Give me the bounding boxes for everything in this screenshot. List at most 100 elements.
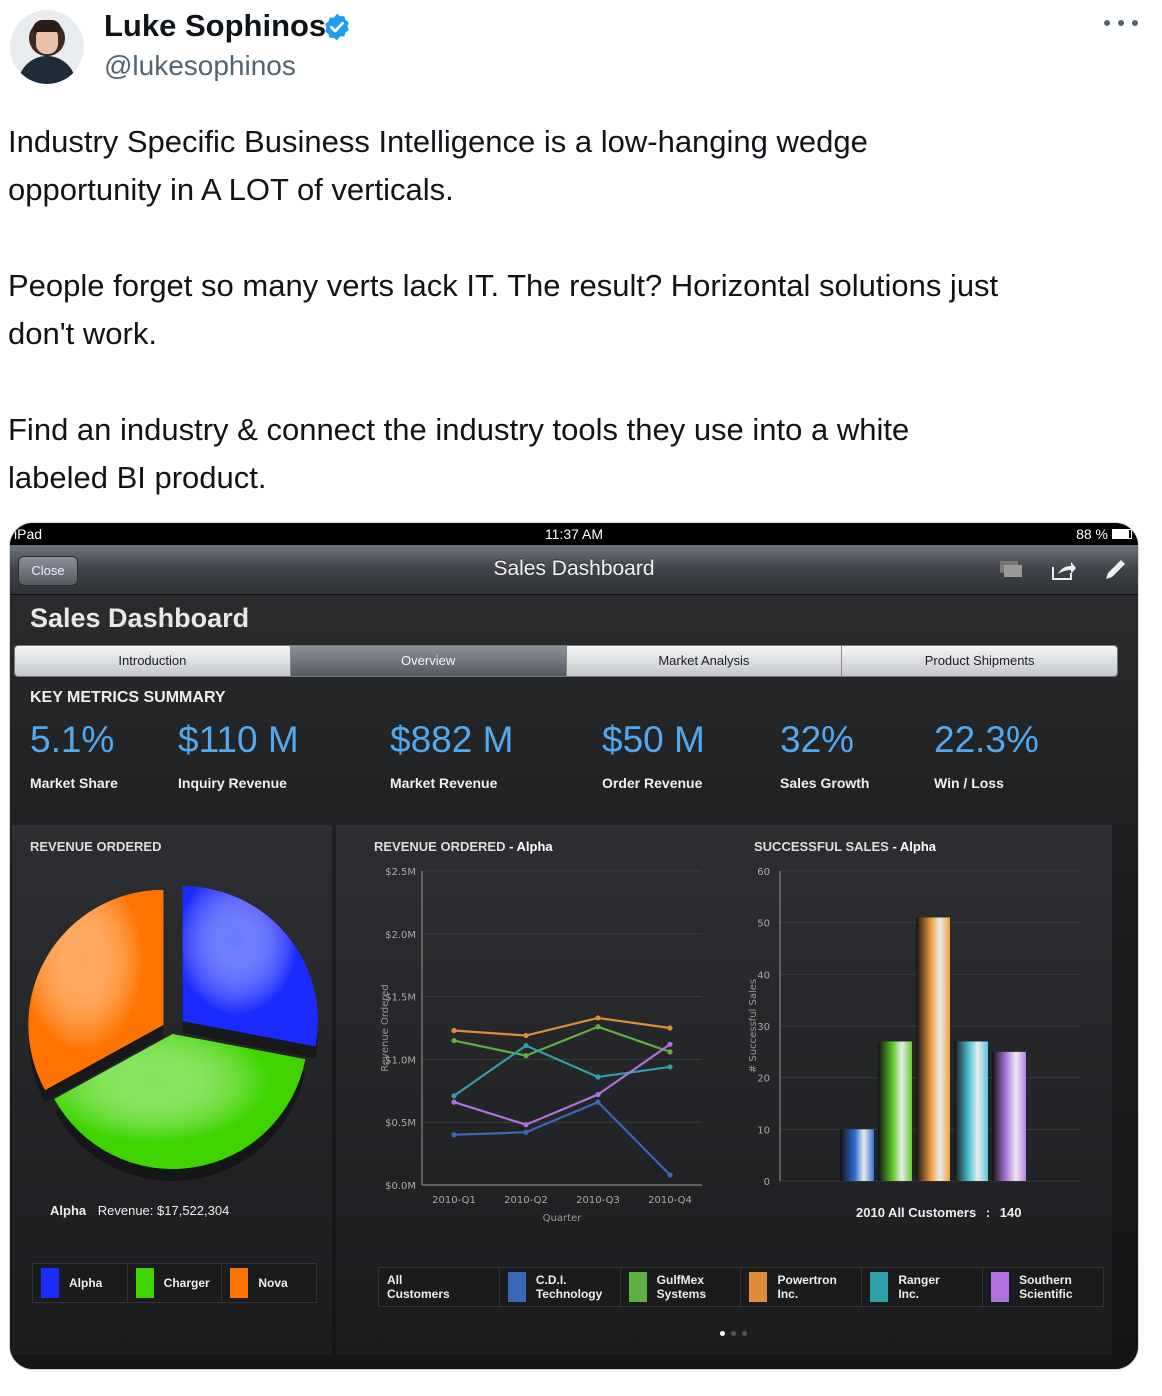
- legend-item[interactable]: C.D.I. Technology: [500, 1268, 621, 1306]
- y-tick-label: 20: [757, 1074, 770, 1085]
- battery-icon: [1112, 529, 1132, 539]
- bar-chart-title-sub: - Alpha: [888, 839, 937, 854]
- user-handle[interactable]: @lukesophinos: [104, 50, 296, 82]
- pages-icon[interactable]: [998, 559, 1024, 581]
- ipad-status-bar: iPad 11:37 AM 88 %: [10, 523, 1138, 545]
- legend-label: Alpha: [69, 1276, 103, 1290]
- data-point: [523, 1122, 529, 1128]
- legend-label: Nova: [258, 1276, 288, 1290]
- legend-item-all-customers[interactable]: All Customers: [379, 1268, 500, 1306]
- tweet-paragraph: Find an industry & connect the industry …: [8, 412, 910, 495]
- bar-chart-title-main: SUCCESSFUL SALES: [754, 839, 889, 854]
- legend-label: Southern Scientific: [1019, 1273, 1073, 1301]
- data-point: [523, 1032, 529, 1039]
- bar-3: [954, 1041, 988, 1181]
- tab-overview[interactable]: Overview: [290, 646, 567, 676]
- key-metrics-summary: KEY METRICS SUMMARY 5.1% Market Share $1…: [14, 679, 1094, 819]
- bar-chart[interactable]: 0 10 20 30 40 50 60 # Successful Sales: [746, 861, 1096, 1221]
- data-point: [667, 1041, 673, 1047]
- data-point: [667, 1172, 673, 1178]
- legend-item[interactable]: Powertron Inc.: [741, 1268, 863, 1306]
- pie-chart[interactable]: [12, 865, 332, 1185]
- bar-1: [878, 1041, 912, 1181]
- data-point: [595, 1074, 601, 1080]
- bar-footer-value: 140: [999, 1205, 1022, 1220]
- more-options-icon[interactable]: [1104, 20, 1138, 34]
- clock: 11:37 AM: [544, 526, 604, 542]
- metric-label: Sales Growth: [780, 775, 870, 791]
- y-tick-label: $2.0M: [385, 930, 416, 941]
- data-point: [523, 1129, 529, 1135]
- legend-swatch: [991, 1272, 1010, 1302]
- pie-summary: Alpha Revenue: $17,522,304: [50, 1203, 229, 1218]
- legend-label: Ranger Inc.: [898, 1273, 940, 1301]
- legend-item[interactable]: GulfMex Systems: [621, 1268, 742, 1306]
- data-point: [595, 1024, 601, 1030]
- y-tick-label: 10: [757, 1125, 770, 1136]
- metric-label: Inquiry Revenue: [178, 775, 287, 791]
- legend-label: All Customers: [387, 1273, 450, 1301]
- charts-panel: REVENUE ORDERED - Alpha SUCCESSFUL SALES…: [336, 825, 1112, 1355]
- pie-summary-text: Revenue: $17,522,304: [97, 1203, 230, 1218]
- tweet-paragraph: People forget so many verts lack IT. The…: [8, 268, 999, 351]
- data-point: [451, 1037, 457, 1044]
- pie-slice-highlight: [182, 886, 318, 1047]
- data-point: [595, 1091, 601, 1098]
- legend-item[interactable]: Ranger Inc.: [862, 1268, 984, 1306]
- legend-item[interactable]: Charger: [128, 1264, 223, 1302]
- tweet-media-image[interactable]: iPad 11:37 AM 88 % Close Sales Dashboard…: [9, 522, 1139, 1370]
- tab-introduction[interactable]: Introduction: [15, 646, 291, 676]
- y-tick-label: 30: [757, 1022, 770, 1033]
- y-tick-label: $2.5M: [385, 867, 416, 878]
- metric-win-loss: 22.3% Win / Loss: [934, 719, 1039, 791]
- display-name[interactable]: Luke Sophinos: [104, 8, 326, 44]
- line-chart-title-sub: - Alpha: [505, 839, 553, 854]
- series-line: [453, 1025, 671, 1057]
- y-axis-label: Revenue Ordered: [380, 984, 391, 1071]
- y-axis-label: # Successful Sales: [748, 979, 759, 1073]
- data-point: [523, 1053, 529, 1059]
- metric-label: Win / Loss: [934, 775, 1004, 791]
- nav-bar: Close Sales Dashboard: [10, 545, 1138, 595]
- verified-badge-icon: [325, 13, 349, 41]
- tab-product-shipments[interactable]: Product Shipments: [842, 646, 1117, 676]
- data-point: [451, 1093, 457, 1099]
- x-tick-label: 2010-Q4: [648, 1195, 692, 1206]
- data-point: [667, 1025, 673, 1031]
- share-icon[interactable]: [1050, 559, 1076, 581]
- legend-item[interactable]: Alpha: [33, 1264, 128, 1302]
- panel-title: REVENUE ORDERED: [30, 839, 162, 854]
- metric-label: Order Revenue: [602, 775, 703, 791]
- tweet-paragraph: Industry Specific Business Intelligence …: [8, 124, 868, 207]
- x-tick-label: 2010-Q2: [504, 1195, 548, 1206]
- key-metrics-title: KEY METRICS SUMMARY: [30, 689, 226, 706]
- tweet-text: Industry Specific Business Intelligence …: [8, 118, 1148, 502]
- legend-item[interactable]: Nova: [222, 1264, 316, 1302]
- legend-item[interactable]: Southern Scientific: [983, 1268, 1103, 1306]
- x-tick-label: 2010-Q1: [432, 1195, 476, 1206]
- legend-swatch: [41, 1268, 59, 1298]
- customer-legend: All Customers C.D.I. Technology GulfMex …: [378, 1267, 1104, 1307]
- tab-market-analysis[interactable]: Market Analysis: [566, 646, 843, 676]
- y-tick-label: 40: [757, 970, 770, 981]
- bar-0: [840, 1129, 874, 1181]
- y-tick-label: $0.5M: [385, 1118, 416, 1129]
- metric-market-revenue: $882 M Market Revenue: [390, 719, 513, 791]
- page-indicator[interactable]: [720, 1331, 747, 1336]
- metric-inquiry-revenue: $110 M Inquiry Revenue: [178, 719, 299, 791]
- legend-swatch: [628, 1272, 647, 1302]
- legend-swatch: [230, 1268, 249, 1298]
- avatar[interactable]: [10, 10, 84, 84]
- nav-title: Sales Dashboard: [493, 557, 655, 580]
- edit-pencil-icon[interactable]: [1102, 559, 1128, 581]
- y-tick-label: 50: [757, 919, 770, 930]
- legend-swatch: [870, 1272, 889, 1302]
- bar-chart-title: SUCCESSFUL SALES - Alpha: [754, 839, 936, 854]
- data-point: [451, 1027, 457, 1034]
- data-point: [451, 1099, 457, 1105]
- series-line: [453, 1044, 671, 1097]
- metric-label: Market Revenue: [390, 775, 498, 791]
- pie-legend: Alpha Charger Nova: [32, 1263, 317, 1303]
- line-chart[interactable]: $0.0M$0.5M$1.0M$1.5M$2.0M$2.5M2010-Q1 201…: [376, 861, 716, 1241]
- bar-footer-separator: :: [985, 1205, 991, 1220]
